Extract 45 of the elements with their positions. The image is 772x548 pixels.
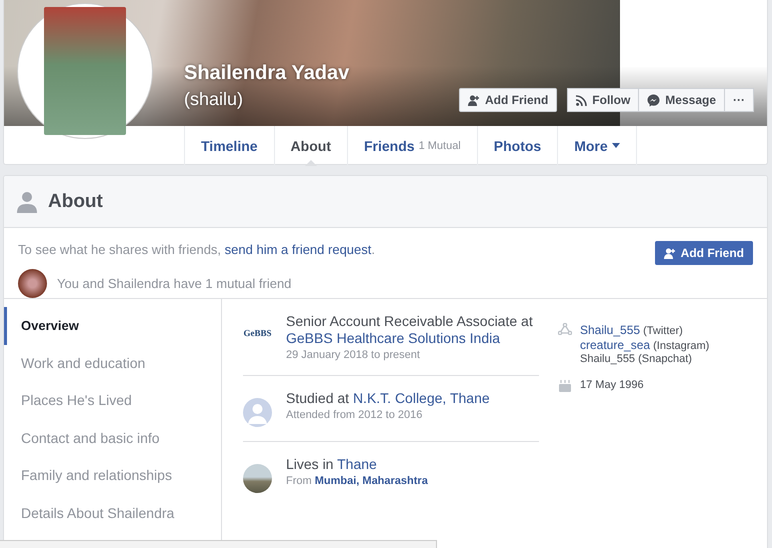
employer-link[interactable]: GeBBS Healthcare Solutions India bbox=[286, 330, 500, 346]
profile-name: Shailendra Yadav bbox=[184, 62, 350, 85]
profile-nickname: (shailu) bbox=[184, 89, 244, 110]
add-friend-button[interactable]: Add Friend bbox=[458, 88, 558, 112]
overview-detail: 29 January 2018 to present bbox=[286, 349, 421, 361]
friend-photo[interactable] bbox=[18, 269, 47, 298]
friend-request-notice: To see what he shares with friends, send him a friend request. bbox=[18, 242, 375, 257]
company-logo: GeBBS bbox=[243, 327, 272, 340]
social-handle: Shailu_555 bbox=[580, 353, 636, 365]
add-friend-button[interactable]: Add Friend bbox=[654, 241, 753, 265]
overview-entry: Studied at N.K.T. College, Thane bbox=[286, 390, 490, 407]
overview-entry: Lives in Thane bbox=[286, 456, 378, 473]
social-account: Shailu_555 (Snapchat) bbox=[580, 353, 693, 365]
birthday-text: 17 May 1996 bbox=[580, 379, 644, 392]
overview-entry: Senior Account Receivable Associate at GeBBS Healthcare Solutions India bbox=[286, 313, 534, 347]
school-link[interactable]: N.K.T. College, Thane bbox=[352, 390, 490, 406]
social-account: creature_sea (Instagram) bbox=[580, 338, 710, 352]
mutual-friends-text: You and Shailendra have 1 mutual friend bbox=[57, 276, 292, 291]
social-link[interactable]: Shailu_555 bbox=[580, 323, 640, 337]
network-icon bbox=[558, 323, 572, 335]
section-title: About bbox=[48, 190, 103, 212]
social-account: Shailu_555 (Twitter) bbox=[580, 323, 684, 337]
city-link[interactable]: Thane bbox=[337, 456, 377, 472]
friend-request-link[interactable]: send him a friend request bbox=[224, 242, 372, 257]
overview-detail: From Mumbai, Maharashtra bbox=[286, 475, 428, 487]
profile-tab[interactable]: About bbox=[274, 126, 347, 165]
add-person-icon bbox=[468, 94, 480, 106]
more-button[interactable]: ··· bbox=[724, 88, 754, 112]
chat-bubble-icon bbox=[647, 94, 660, 106]
follow-button[interactable]: Follow bbox=[567, 88, 640, 112]
message-button[interactable]: Message bbox=[638, 88, 725, 112]
add-person-icon bbox=[664, 248, 676, 258]
overview-detail: Attended from 2012 to 2016 bbox=[286, 409, 424, 421]
profile-tab[interactable]: Photos bbox=[476, 126, 558, 165]
hometown-link[interactable]: Mumbai, Maharashtra bbox=[314, 475, 428, 487]
person-icon bbox=[16, 190, 38, 212]
rss-icon bbox=[576, 94, 588, 106]
profile-tab[interactable]: Friends 1 Mutual bbox=[346, 126, 477, 165]
social-link[interactable]: creature_sea bbox=[580, 338, 650, 352]
school-icon bbox=[243, 398, 272, 427]
about-section-link[interactable]: Overview bbox=[4, 307, 221, 344]
city-photo bbox=[243, 464, 272, 493]
cake-icon bbox=[558, 379, 572, 392]
profile-tab[interactable]: Timeline bbox=[184, 126, 274, 165]
profile-tab[interactable]: More bbox=[557, 126, 637, 165]
